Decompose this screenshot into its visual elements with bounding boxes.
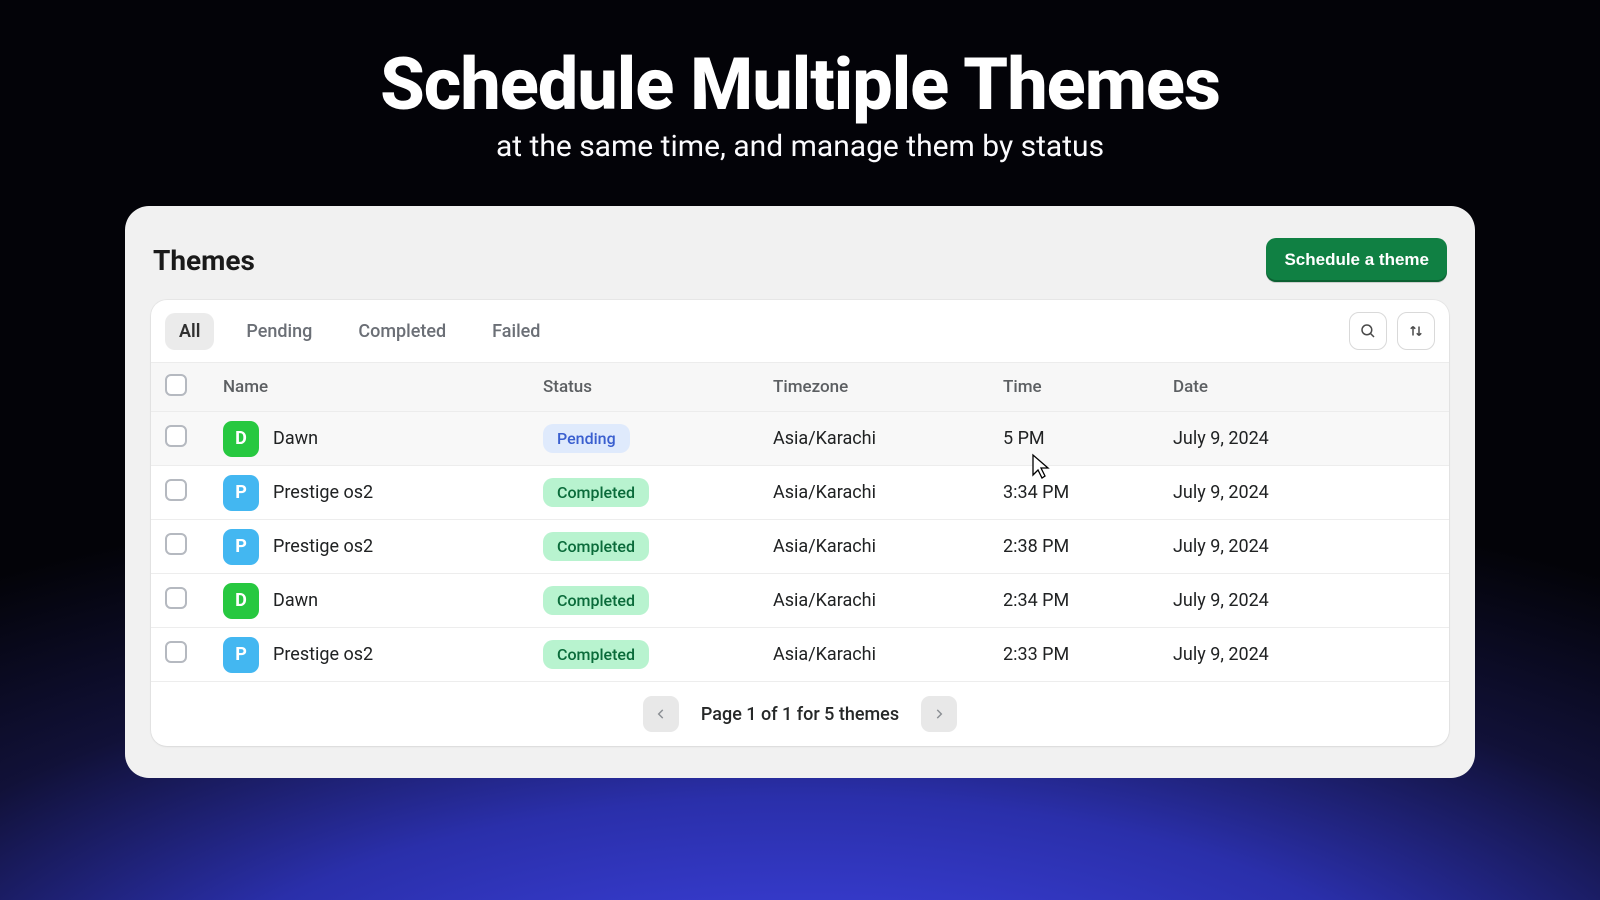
theme-avatar: P <box>223 475 259 511</box>
search-icon <box>1359 322 1377 340</box>
chevron-right-icon <box>932 707 946 721</box>
status-badge: Completed <box>543 478 649 507</box>
status-badge: Completed <box>543 640 649 669</box>
timezone-cell: Asia/Karachi <box>773 590 1003 611</box>
table-row[interactable]: P Prestige os2 Completed Asia/Karachi2:38 P… <box>151 520 1449 574</box>
date-cell: July 9, 2024 <box>1173 644 1435 665</box>
theme-avatar: P <box>223 529 259 565</box>
col-time: Time <box>1003 377 1173 397</box>
table-tools <box>1349 312 1435 350</box>
pagination-label: Page 1 of 1 for 5 themes <box>701 704 899 725</box>
prev-page-button[interactable] <box>643 696 679 732</box>
time-cell: 5 PM <box>1003 428 1173 449</box>
theme-name: Dawn <box>273 590 318 611</box>
theme-name: Prestige os2 <box>273 482 373 503</box>
status-badge: Pending <box>543 424 630 453</box>
timezone-cell: Asia/Karachi <box>773 482 1003 503</box>
tabs: All Pending Completed Failed <box>165 313 554 350</box>
date-cell: July 9, 2024 <box>1173 428 1435 449</box>
tab-pending[interactable]: Pending <box>232 313 326 350</box>
theme-name: Dawn <box>273 428 318 449</box>
hero-title: Schedule Multiple Themes <box>380 42 1220 127</box>
table-row[interactable]: P Prestige os2 Completed Asia/Karachi2:33 P… <box>151 628 1449 682</box>
row-checkbox[interactable] <box>165 641 187 663</box>
row-checkbox[interactable] <box>165 533 187 555</box>
theme-name: Prestige os2 <box>273 644 373 665</box>
col-timezone: Timezone <box>773 377 1003 397</box>
schedule-theme-button[interactable]: Schedule a theme <box>1266 238 1447 282</box>
search-button[interactable] <box>1349 312 1387 350</box>
timezone-cell: Asia/Karachi <box>773 536 1003 557</box>
timezone-cell: Asia/Karachi <box>773 428 1003 449</box>
themes-panel: All Pending Completed Failed Name Status Ti… <box>151 300 1449 746</box>
tab-completed[interactable]: Completed <box>344 313 460 350</box>
theme-avatar: D <box>223 583 259 619</box>
date-cell: July 9, 2024 <box>1173 482 1435 503</box>
tab-all[interactable]: All <box>165 313 214 350</box>
tabs-row: All Pending Completed Failed <box>151 300 1449 362</box>
row-checkbox[interactable] <box>165 587 187 609</box>
time-cell: 2:34 PM <box>1003 590 1173 611</box>
table-header-row: Name Status Timezone Time Date <box>151 362 1449 412</box>
hero-subtitle: at the same time, and manage them by sta… <box>496 129 1104 164</box>
select-all-checkbox[interactable] <box>165 374 187 396</box>
card-title: Themes <box>153 244 255 277</box>
theme-avatar: D <box>223 421 259 457</box>
next-page-button[interactable] <box>921 696 957 732</box>
theme-avatar: P <box>223 637 259 673</box>
themes-card: Themes Schedule a theme All Pending Comple… <box>125 206 1475 778</box>
date-cell: July 9, 2024 <box>1173 590 1435 611</box>
tab-failed[interactable]: Failed <box>478 313 554 350</box>
card-header: Themes Schedule a theme <box>151 228 1449 300</box>
row-checkbox[interactable] <box>165 479 187 501</box>
chevron-left-icon <box>654 707 668 721</box>
sort-button[interactable] <box>1397 312 1435 350</box>
status-badge: Completed <box>543 532 649 561</box>
table-row[interactable]: D Dawn Pending Asia/Karachi5 PMJuly 9, 2024 <box>151 412 1449 466</box>
sort-icon <box>1407 322 1425 340</box>
date-cell: July 9, 2024 <box>1173 536 1435 557</box>
pagination: Page 1 of 1 for 5 themes <box>151 682 1449 746</box>
time-cell: 2:33 PM <box>1003 644 1173 665</box>
theme-name: Prestige os2 <box>273 536 373 557</box>
col-status: Status <box>543 377 773 397</box>
row-checkbox[interactable] <box>165 425 187 447</box>
table-row[interactable]: P Prestige os2 Completed Asia/Karachi3:34 P… <box>151 466 1449 520</box>
timezone-cell: Asia/Karachi <box>773 644 1003 665</box>
time-cell: 3:34 PM <box>1003 482 1173 503</box>
col-date: Date <box>1173 377 1435 397</box>
time-cell: 2:38 PM <box>1003 536 1173 557</box>
table-row[interactable]: D Dawn Completed Asia/Karachi2:34 PMJuly 9,… <box>151 574 1449 628</box>
status-badge: Completed <box>543 586 649 615</box>
col-name: Name <box>223 377 543 397</box>
